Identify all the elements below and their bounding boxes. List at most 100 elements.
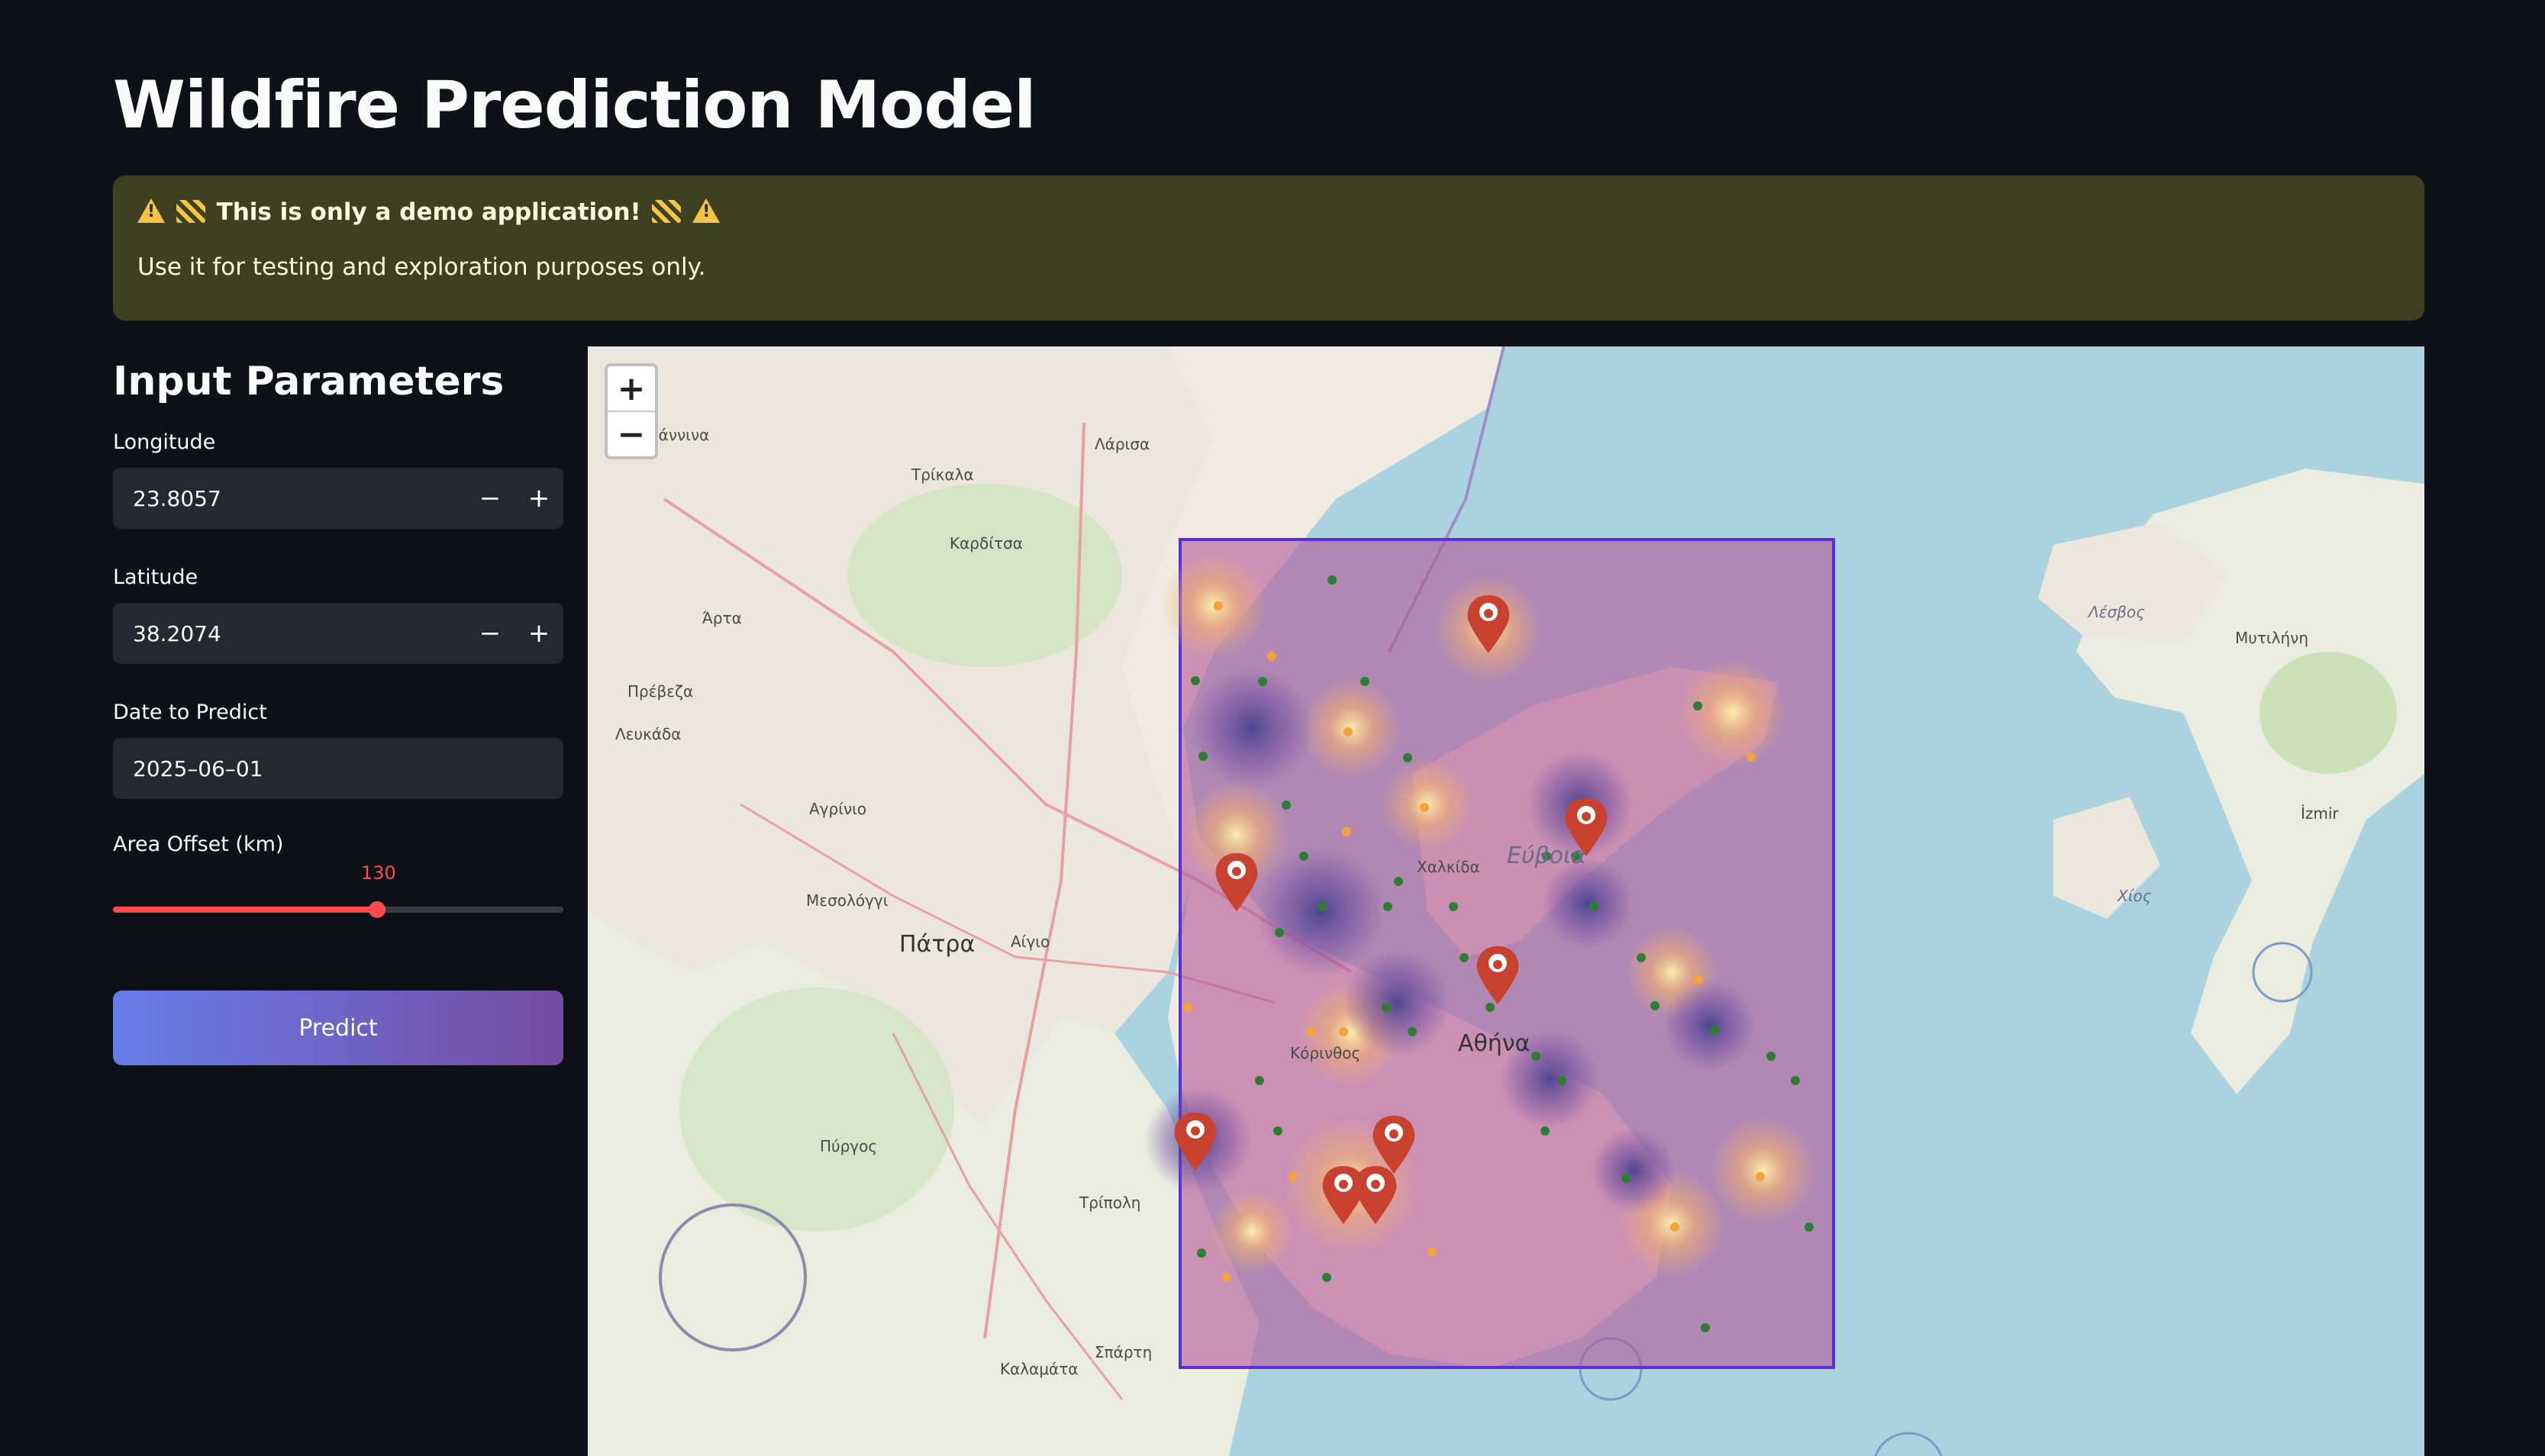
warning-icon [137, 198, 165, 223]
map-label-chalkida: Χαλκίδα [1417, 858, 1480, 876]
station-point [1637, 953, 1646, 962]
hotspot-point [1307, 1027, 1316, 1036]
station-point [1255, 1076, 1264, 1085]
map-label-chios: Χίος [2118, 887, 2152, 905]
map-label-karditsa: Καρδίτσα [950, 534, 1023, 552]
station-point [1273, 1126, 1282, 1135]
risk-hotspot [1679, 659, 1786, 766]
station-point [1394, 877, 1403, 886]
slider-track[interactable] [113, 907, 563, 913]
station-point [1460, 953, 1469, 962]
map-label-izmir: İzmir [2301, 804, 2339, 823]
station-point [1275, 928, 1284, 937]
station-point [1805, 1222, 1814, 1232]
area-offset-value: 130 [361, 862, 396, 884]
map-label-larisa: Λάρισα [1095, 435, 1150, 453]
input-parameters-panel: Input Parameters Longitude 23.8057 − + L… [113, 359, 563, 1065]
station-point [1382, 1003, 1391, 1012]
station-point [1589, 902, 1598, 911]
slider-thumb[interactable] [369, 901, 386, 918]
sea-zone-circle [1874, 1432, 1943, 1456]
alert-title: This is only a demo application! [216, 198, 641, 226]
construction-barrier-icon [652, 200, 682, 223]
map-label-lesvos: Λέσβος [2089, 603, 2145, 621]
station-point [1693, 701, 1702, 710]
station-point [1191, 676, 1200, 685]
longitude-increment-button[interactable]: + [514, 468, 563, 529]
date-input[interactable]: 2025–06–01 [113, 738, 563, 799]
risk-hotspot [1710, 1117, 1817, 1224]
map-label-aigio: Αίγιο [1011, 933, 1050, 951]
hotspot-point [1221, 1273, 1231, 1282]
map-label-tripoli: Τρίπολη [1079, 1193, 1141, 1212]
station-point [1766, 1052, 1776, 1061]
station-point [1531, 1052, 1540, 1061]
alert-body: Use it for testing and exploration purpo… [137, 253, 706, 281]
map-label-mytilini: Μυτιλήνη [2235, 629, 2308, 647]
slider-fill [113, 907, 378, 913]
hotspot-point [1339, 1027, 1348, 1036]
hotspot-point [1756, 1172, 1765, 1181]
hotspot-point [1427, 1247, 1437, 1256]
date-value[interactable]: 2025–06–01 [113, 756, 263, 781]
longitude-value[interactable]: 23.8057 [113, 486, 466, 511]
hotspot-point [1343, 727, 1353, 736]
hotspot-point [1214, 601, 1223, 610]
map-label-mesolongi: Μεσολόγγι [806, 891, 889, 910]
latitude-label: Latitude [113, 565, 198, 589]
hotspot-point [1747, 752, 1756, 762]
station-point [1701, 1323, 1710, 1332]
zoom-out-button[interactable]: − [608, 411, 655, 456]
hotspot-point [1267, 652, 1276, 661]
station-point [1621, 1174, 1631, 1183]
low-risk-zone [1191, 667, 1313, 789]
longitude-input[interactable]: 23.8057 − + [113, 468, 563, 529]
hotspot-point [1183, 1003, 1192, 1012]
zoom-control: + − [605, 363, 658, 459]
forest-area [679, 987, 954, 1232]
map-label-sparti: Σπάρτη [1095, 1343, 1153, 1361]
station-point [1383, 902, 1392, 911]
hotspot-point [1342, 827, 1351, 836]
latitude-decrement-button[interactable]: − [466, 603, 514, 664]
station-point [1299, 852, 1308, 861]
low-risk-zone [1664, 980, 1756, 1071]
map-label-preveza: Πρέβεζα [627, 682, 694, 701]
station-point [1198, 752, 1208, 761]
low-risk-zone [1592, 1129, 1676, 1213]
low-risk-zone [1256, 846, 1385, 976]
low-risk-zone [1343, 949, 1450, 1056]
latitude-value[interactable]: 38.2074 [113, 621, 466, 646]
station-point [1408, 1027, 1417, 1036]
hotspot-point [1670, 1222, 1679, 1232]
station-point [1540, 1126, 1550, 1135]
area-offset-label: Area Offset (km) [113, 833, 284, 856]
hotspot-point [1693, 975, 1702, 984]
hotspot-point [1289, 1172, 1298, 1181]
area-offset-slider[interactable]: 130 [113, 856, 563, 918]
station-point [1318, 902, 1327, 911]
zoom-in-button[interactable]: + [608, 366, 655, 411]
map-label-pyrgos: Πύργος [820, 1137, 878, 1155]
station-point [1710, 1026, 1719, 1035]
predict-button[interactable]: Predict [113, 991, 563, 1065]
station-point [1360, 677, 1369, 686]
map-label-patra: Πάτρα [899, 931, 976, 958]
page-title: Wildfire Prediction Model [113, 67, 1037, 143]
risk-hotspot [1210, 1190, 1294, 1274]
longitude-decrement-button[interactable]: − [466, 468, 514, 529]
map-label-athina: Αθήνα [1458, 1030, 1531, 1057]
station-point [1485, 1003, 1495, 1012]
station-point [1557, 1076, 1566, 1085]
date-label: Date to Predict [113, 701, 267, 724]
longitude-label: Longitude [113, 430, 216, 454]
warning-icon [692, 198, 721, 223]
station-point [1322, 1273, 1331, 1282]
station-point [1449, 902, 1458, 911]
forest-area [2260, 652, 2397, 774]
map-view[interactable]: Ιωάννινα Λάρισα Τρίκαλα Καρδίτσα Άρτα Πρ… [588, 346, 2424, 1456]
latitude-input[interactable]: 38.2074 − + [113, 603, 563, 664]
map-label-trikala: Τρίκαλα [911, 465, 974, 484]
latitude-increment-button[interactable]: + [514, 603, 563, 664]
low-risk-zone [1542, 858, 1634, 949]
